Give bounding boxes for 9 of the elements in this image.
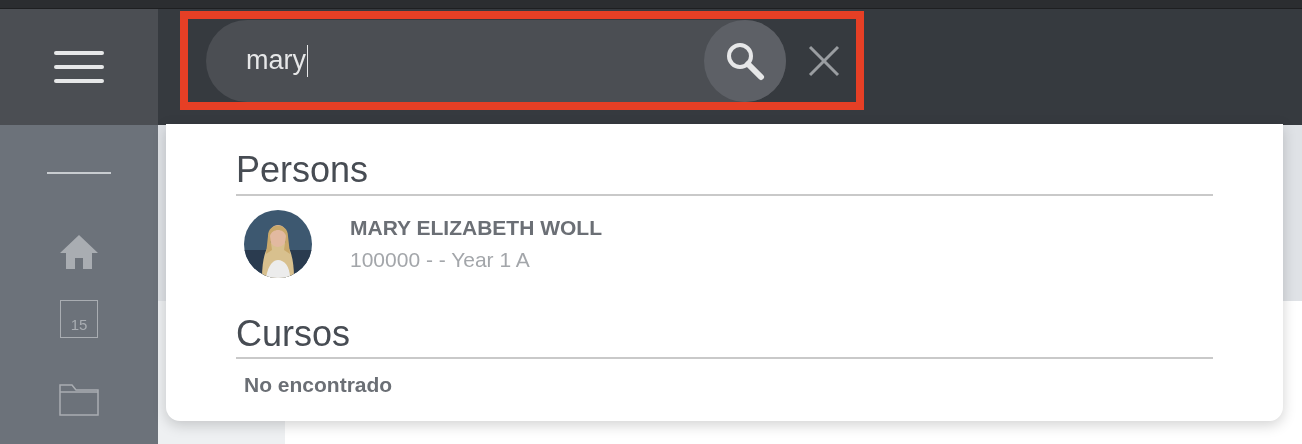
section-heading: Persons [236,150,370,190]
close-icon[interactable] [808,44,840,77]
no-results-text: No encontrado [244,373,394,398]
section-heading: Cursos [236,313,352,354]
search-field[interactable]: mary [206,19,786,102]
person-name: MARY ELIZABETH WOLL [350,215,602,240]
menu-icon[interactable] [54,50,104,84]
person-detail: 100000 - - Year 1 A [350,247,531,272]
person-result[interactable]: MARY ELIZABETH WOLL 100000 - - Year 1 A [236,195,1213,278]
